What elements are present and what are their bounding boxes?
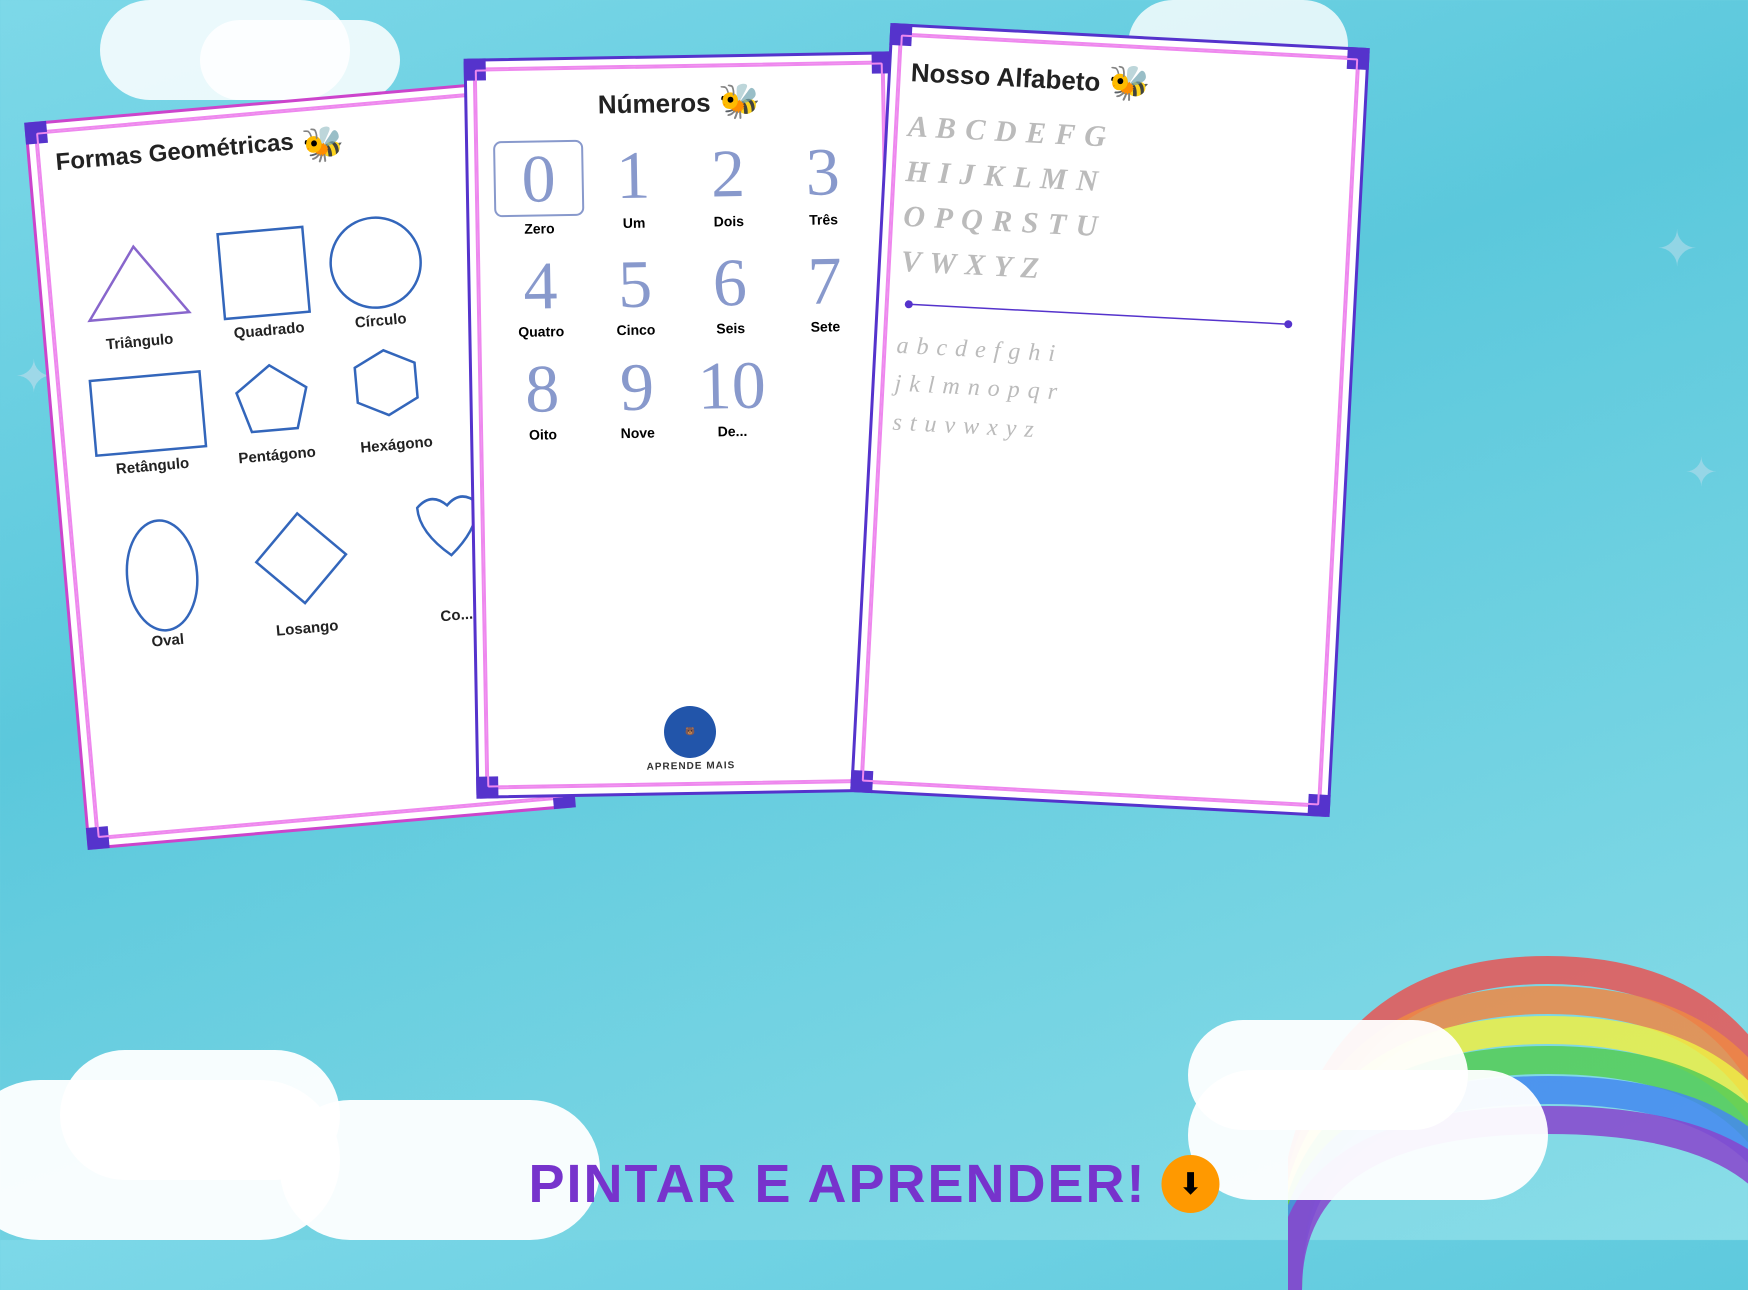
num-6: 6 Seis — [684, 247, 775, 337]
svg-text:Pentágono: Pentágono — [238, 444, 317, 468]
digit-7: 7 — [779, 246, 870, 316]
cloud-top-left2 — [200, 20, 400, 100]
num-8: 8 Oito — [497, 354, 588, 444]
label-um: Um — [589, 214, 679, 232]
num-2: 2 Dois — [682, 136, 773, 234]
bee-mid: 🐝 — [718, 82, 761, 123]
svg-text:Oval: Oval — [151, 631, 185, 651]
download-icon: ⬇ — [1178, 1167, 1203, 1202]
logo-icon: 🐻 — [685, 727, 695, 737]
card-mid-title: Números — [598, 87, 711, 120]
card-right-title: Nosso Alfabeto — [910, 57, 1101, 98]
cta-text: PINTAR E APRENDER! — [528, 1153, 1146, 1215]
alphabet-uppercase: A B C D E F G H I J K L M N O P Q R S T … — [900, 104, 1343, 306]
shapes-svg: Triângulo Quadrado Círculo Retângulo Pen… — [58, 156, 537, 771]
svg-text:Círculo: Círculo — [354, 310, 407, 331]
digit-1: 1 — [588, 138, 679, 212]
corner-right-tl — [889, 23, 912, 46]
label-nove: Nove — [593, 424, 683, 442]
digit-9: 9 — [591, 352, 682, 422]
svg-text:Quadrado: Quadrado — [233, 319, 305, 342]
numbers-grid: 0 Zero 1 Um 2 Dois 3 Três 4 Quatro 5 Cin… — [493, 135, 872, 443]
card-left-title: Formas Geométricas — [55, 128, 295, 177]
label-seis: Seis — [686, 319, 776, 337]
num-3: 3 Três — [777, 135, 868, 233]
num-9: 9 Nove — [591, 352, 682, 442]
corner-right-tr — [1347, 47, 1370, 70]
bee-left: 🐝 — [300, 123, 346, 167]
logo-circle: 🐻 — [664, 706, 717, 759]
num-1: 1 Um — [588, 138, 679, 236]
bee-right: 🐝 — [1107, 62, 1151, 104]
num-0: 0 Zero — [493, 140, 584, 238]
bottom-cta: PINTAR E APRENDER! ⬇ — [528, 1153, 1219, 1215]
label-oito: Oito — [498, 426, 588, 444]
svg-text:Triângulo: Triângulo — [105, 331, 174, 354]
num-10: 10 De... — [686, 350, 777, 440]
label-dois: Dois — [684, 212, 774, 230]
card-numeros: Números 🐝 0 Zero 1 Um 2 Dois 3 Três 4 Qu… — [464, 51, 907, 798]
num-4: 4 Quatro — [495, 251, 586, 341]
digit-4: 4 — [495, 251, 586, 321]
svg-text:Losango: Losango — [275, 617, 339, 639]
label-cinco: Cinco — [591, 321, 681, 339]
label-tres: Três — [779, 211, 869, 229]
svg-text:Hexágono: Hexágono — [360, 433, 434, 456]
digit-2: 2 — [682, 136, 773, 210]
logo-text: APRENDE MAIS — [647, 760, 736, 773]
starfish-right: ✦ — [1656, 220, 1698, 278]
digit-5: 5 — [590, 249, 681, 319]
card-alfabeto: Nosso Alfabeto 🐝 A B C D E F G H I J K L… — [850, 23, 1370, 817]
num-7: 7 Sete — [779, 246, 870, 336]
digit-6: 6 — [684, 247, 775, 317]
corner-bl — [86, 826, 110, 850]
digit-8: 8 — [497, 354, 588, 424]
svg-text:Co...: Co... — [440, 606, 474, 626]
svg-text:Retângulo: Retângulo — [115, 455, 190, 478]
corner-mid-bl — [476, 776, 498, 798]
digit-3: 3 — [777, 135, 868, 209]
logo-container: 🐻 APRENDE MAIS — [646, 705, 736, 773]
label-sete: Sete — [780, 318, 870, 336]
label-quatro: Quatro — [496, 323, 586, 341]
num-5: 5 Cinco — [590, 249, 681, 339]
corner-right-bl — [850, 770, 873, 793]
starfish-right2: ✦ — [1684, 450, 1718, 496]
corner-tl — [24, 121, 48, 145]
digit-10: 10 — [686, 350, 777, 420]
label-zero: Zero — [494, 220, 584, 238]
download-button[interactable]: ⬇ — [1162, 1155, 1220, 1213]
num-empty — [781, 349, 872, 439]
corner-right-br — [1308, 794, 1331, 817]
label-dez: De... — [687, 422, 777, 440]
corner-mid-tl — [464, 58, 486, 80]
cloud-rainbow-top — [1188, 1020, 1468, 1130]
digit-0: 0 — [493, 140, 584, 218]
alphabet-lowercase: a b c d e f g h i j k l m n o p q r s t … — [892, 327, 1331, 465]
